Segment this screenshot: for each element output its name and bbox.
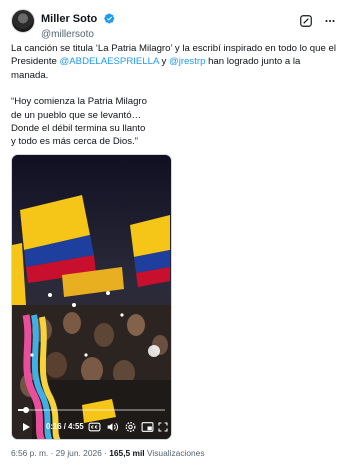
views-count: 165,5 mil <box>109 448 145 458</box>
quote-line: “Hoy comienza la Patria Milagro <box>11 96 147 108</box>
views-label: Visualizaciones <box>144 448 205 458</box>
avatar[interactable] <box>11 9 35 33</box>
author-names: Miller Soto @millersoto <box>41 10 115 40</box>
tweet-meta: 6:56 p. m. · 29 jun. 2026 · 165,5 mil Vi… <box>11 448 205 458</box>
verified-badge-icon <box>103 13 114 24</box>
video-controls: 0:16 / 4:55 <box>12 415 171 439</box>
picture-in-picture-icon[interactable] <box>141 420 154 434</box>
quote-text: “Hoy comienza la Patria Milagro de un pu… <box>11 95 337 149</box>
author-handle[interactable]: @millersoto <box>41 29 115 40</box>
more-options-icon[interactable] <box>323 14 337 28</box>
tweet-body: La canción se titula ‘La Patria Milagro’… <box>11 42 337 82</box>
timestamp[interactable]: 6:56 p. m. · 29 jun. 2026 · <box>11 448 109 458</box>
quote-line: Donde el débil termina su llanto <box>11 123 146 135</box>
video-progress-knob[interactable] <box>22 407 29 413</box>
grok-icon[interactable] <box>299 14 313 28</box>
settings-icon[interactable] <box>124 420 137 434</box>
quote-line: de un pueblo que se levantó… <box>11 109 142 121</box>
mention-link[interactable]: @jrestrp <box>169 56 205 67</box>
quote-line: y todo es más cerca de Dios.” <box>11 136 138 148</box>
tweet-text: La canción se titula ‘La Patria Milagro’… <box>11 42 337 149</box>
video-time: 0:16 / 4:55 <box>46 422 84 431</box>
volume-icon[interactable] <box>106 420 119 434</box>
play-icon[interactable] <box>20 420 32 434</box>
header-actions <box>293 12 337 30</box>
video-player[interactable]: 0:16 / 4:55 <box>11 154 172 440</box>
fullscreen-icon[interactable] <box>157 420 169 434</box>
video-progress-track[interactable] <box>18 407 165 413</box>
mention-link[interactable]: @ABDELAESPRIELLA <box>60 56 159 67</box>
tweet-header: Miller Soto @millersoto <box>11 9 339 40</box>
closed-captions-icon[interactable] <box>88 420 101 434</box>
tweet-body-part: y <box>158 56 170 68</box>
video-frame <box>12 155 171 439</box>
author-display-name[interactable]: Miller Soto <box>41 13 97 25</box>
